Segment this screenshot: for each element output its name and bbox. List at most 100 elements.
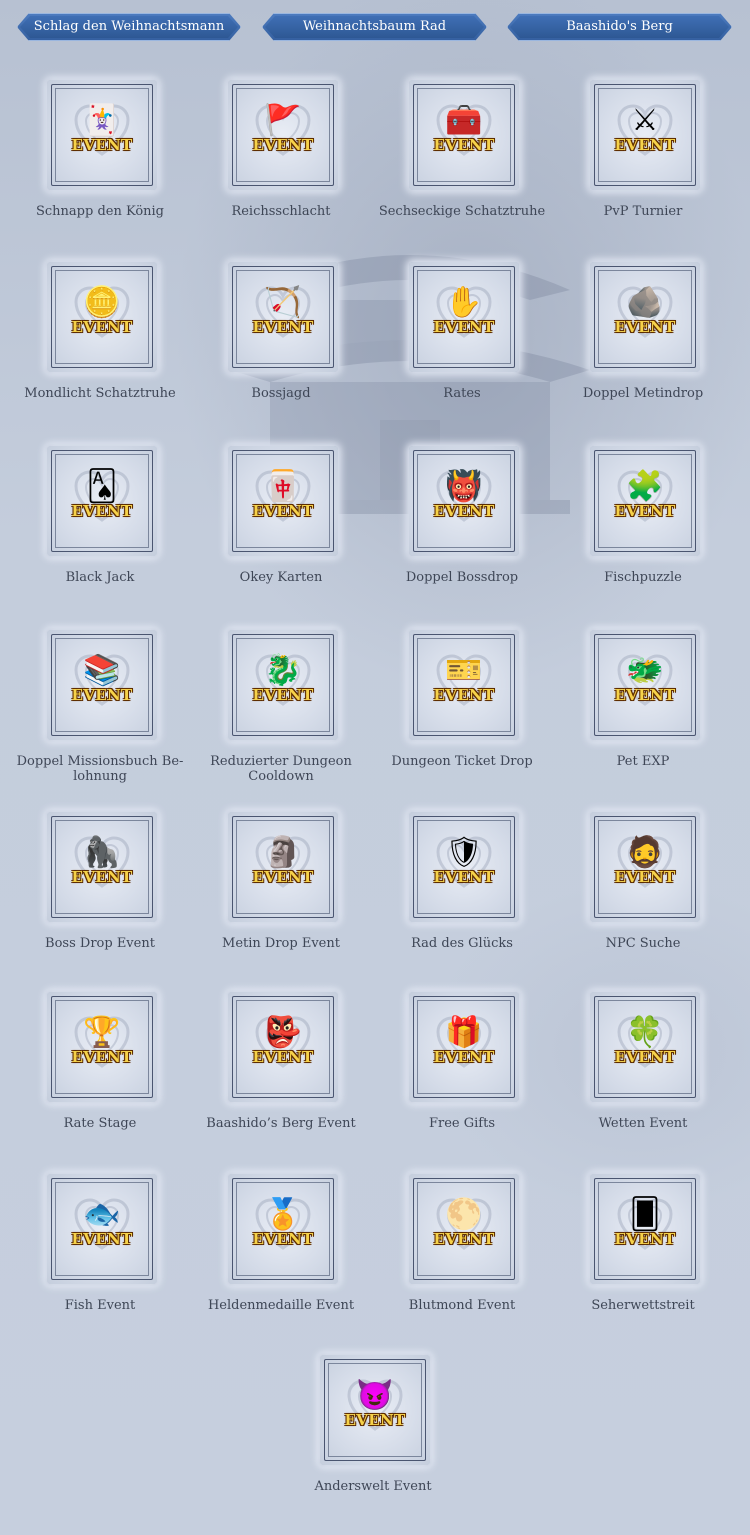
puzzle-blocks-icon: 🧩 xyxy=(626,469,664,504)
event-label[interactable]: Rad des Glücks xyxy=(372,936,552,951)
event-tile[interactable]: 🏆 EVENT xyxy=(47,992,157,1102)
event-badge-text: EVENT xyxy=(252,686,314,704)
event-badge-text: EVENT xyxy=(433,1048,495,1066)
event-tile[interactable]: 🀄 EVENT xyxy=(228,446,338,556)
event-label[interactable]: Metin Drop Event xyxy=(191,936,371,951)
event-label[interactable]: Fischpuzzle xyxy=(553,570,733,585)
blood-moon-icon: 🌕 xyxy=(445,1197,483,1232)
event-label[interactable]: Reduzierter Dungeon Cooldown xyxy=(191,754,371,784)
event-tile[interactable]: 🚩 EVENT xyxy=(228,80,338,190)
metin-golem-icon: 🗿 xyxy=(264,835,302,870)
event-label[interactable]: Boss Drop Event xyxy=(10,936,190,951)
event-tile[interactable]: 🧔 EVENT xyxy=(590,812,700,922)
event-tile[interactable]: ✋ EVENT xyxy=(409,262,519,372)
event-badge-text: EVENT xyxy=(433,318,495,336)
rate-stage-icon: 🏆 xyxy=(83,1015,121,1050)
event-tile[interactable]: 🐉 EVENT xyxy=(228,630,338,740)
event-tile[interactable]: 📚 EVENT xyxy=(47,630,157,740)
event-label[interactable]: Reichsschlacht xyxy=(191,204,371,219)
event-label[interactable]: Wetten Event xyxy=(553,1116,733,1131)
event-tile[interactable]: 🎫 EVENT xyxy=(409,630,519,740)
event-tile[interactable]: ⚔ EVENT xyxy=(590,80,700,190)
hero-medal-icon: 🏅 xyxy=(264,1197,302,1232)
event-tile[interactable]: 🛡 EVENT xyxy=(409,812,519,922)
tab-2[interactable]: Weihnachtsbaum Rad xyxy=(262,13,487,41)
event-badge-text: EVENT xyxy=(71,1048,133,1066)
event-tile[interactable]: 👺 EVENT xyxy=(228,992,338,1102)
demon-icon: 😈 xyxy=(356,1378,394,1413)
event-badge-text: EVENT xyxy=(614,868,676,886)
event-label[interactable]: Dungeon Ticket Drop xyxy=(372,754,552,769)
seer-cards-icon: 🂠 xyxy=(629,1197,661,1232)
tab-label: Weihnachtsbaum Rad xyxy=(302,19,447,34)
event-badge-text: EVENT xyxy=(252,318,314,336)
event-label[interactable]: Okey Karten xyxy=(191,570,371,585)
event-badge-text: EVENT xyxy=(252,1048,314,1066)
event-label[interactable]: Baashido’s Berg Event xyxy=(191,1116,371,1131)
event-badge-text: EVENT xyxy=(71,868,133,886)
event-tile[interactable]: 🧰 EVENT xyxy=(409,80,519,190)
event-badge-text: EVENT xyxy=(614,318,676,336)
event-label[interactable]: NPC Suche xyxy=(553,936,733,951)
event-label[interactable]: Doppel Metindrop xyxy=(553,386,733,401)
event-label[interactable]: Anderswelt Event xyxy=(283,1479,463,1494)
event-tile[interactable]: 🐟 EVENT xyxy=(47,1174,157,1284)
event-tile[interactable]: 🂠 EVENT xyxy=(590,1174,700,1284)
event-tile[interactable]: 🏹 EVENT xyxy=(228,262,338,372)
event-badge-text: EVENT xyxy=(252,502,314,520)
event-label[interactable]: Heldenmedaille Event xyxy=(191,1298,371,1313)
event-label[interactable]: Blutmond Event xyxy=(372,1298,552,1313)
event-label[interactable]: PvP Turnier xyxy=(553,204,733,219)
okey-cards-icon: 🀄 xyxy=(264,469,302,504)
tab-3[interactable]: Baashido's Berg xyxy=(507,13,732,41)
event-tile[interactable]: 🎁 EVENT xyxy=(409,992,519,1102)
tab-label: Baashido's Berg xyxy=(566,19,673,34)
event-tile[interactable]: 🍀 EVENT xyxy=(590,992,700,1102)
event-label[interactable]: Bossjagd xyxy=(191,386,371,401)
event-badge-text: EVENT xyxy=(71,502,133,520)
event-label[interactable]: Rate Stage xyxy=(10,1116,190,1131)
kingdom-cards-icon: 🚩 xyxy=(264,103,302,138)
event-badge-text: EVENT xyxy=(433,868,495,886)
event-label[interactable]: Seherwettstreit xyxy=(553,1298,733,1313)
event-badge-text: EVENT xyxy=(71,1230,133,1248)
event-label[interactable]: Fish Event xyxy=(10,1298,190,1313)
event-tile[interactable]: 🗿 EVENT xyxy=(228,812,338,922)
event-label[interactable]: Rates xyxy=(372,386,552,401)
event-label[interactable]: Mondlicht Schatztruhe xyxy=(10,386,190,401)
event-badge-text: EVENT xyxy=(614,1230,676,1248)
event-badge-text: EVENT xyxy=(614,686,676,704)
event-label[interactable]: Schnapp den König xyxy=(10,204,190,219)
crossed-swords-icon: ⚔ xyxy=(631,103,659,138)
event-label[interactable]: Free Gifts xyxy=(372,1116,552,1131)
event-tile[interactable]: 🪙 EVENT xyxy=(47,262,157,372)
tab-1[interactable]: Schlag den Weihnachtsmann xyxy=(17,13,241,41)
event-tile[interactable]: 😈 EVENT xyxy=(320,1355,430,1465)
event-label[interactable]: Black Jack xyxy=(10,570,190,585)
event-tile[interactable]: 🃏 EVENT xyxy=(47,80,157,190)
event-tile[interactable]: 🧩 EVENT xyxy=(590,446,700,556)
tab-label: Schlag den Weihnachtsmann xyxy=(33,19,225,34)
event-badge-text: EVENT xyxy=(614,502,676,520)
metin-stone-icon: 🪨 xyxy=(626,285,664,320)
event-tile[interactable]: 🪨 EVENT xyxy=(590,262,700,372)
event-badge-text: EVENT xyxy=(614,136,676,154)
event-tile[interactable]: 🌕 EVENT xyxy=(409,1174,519,1284)
event-label[interactable]: Doppel Bossdrop xyxy=(372,570,552,585)
event-tile[interactable]: 🏅 EVENT xyxy=(228,1174,338,1284)
event-tile[interactable]: 🐲 EVENT xyxy=(590,630,700,740)
event-label[interactable]: Pet EXP xyxy=(553,754,733,769)
event-label[interactable]: Sechseckige Schatztruhe xyxy=(372,204,552,219)
event-badge-text: EVENT xyxy=(433,502,495,520)
event-tile[interactable]: 🂡 EVENT xyxy=(47,446,157,556)
boss-monster-icon: 👹 xyxy=(445,469,483,504)
dungeon-monster-icon: 🐉 xyxy=(264,653,302,688)
event-tile[interactable]: 🦍 EVENT xyxy=(47,812,157,922)
cannon-icon: 🏹 xyxy=(264,285,302,320)
event-label[interactable]: Doppel Missionsbuch Be- lohnung xyxy=(10,754,190,784)
boss-beast-icon: 🦍 xyxy=(83,835,121,870)
event-tile[interactable]: 👹 EVENT xyxy=(409,446,519,556)
gold-chest-icon: 🪙 xyxy=(83,285,121,320)
event-badge-text: EVENT xyxy=(614,1048,676,1066)
event-badge-text: EVENT xyxy=(71,686,133,704)
